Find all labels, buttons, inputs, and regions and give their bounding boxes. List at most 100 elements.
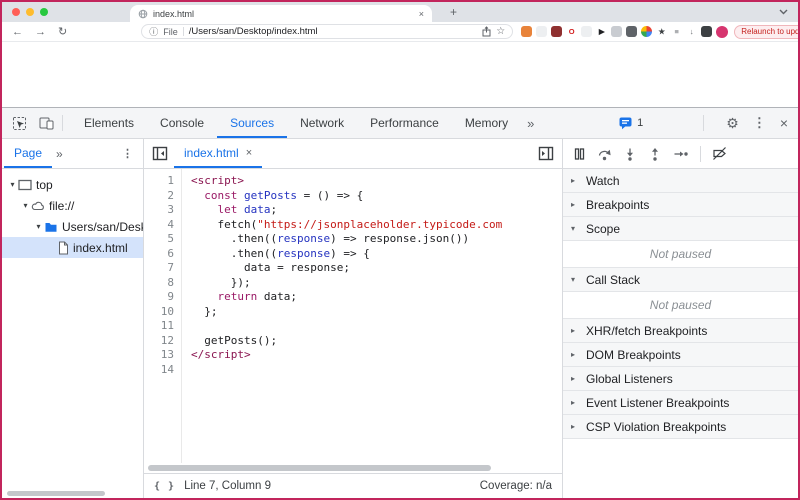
section-csp-violation-breakpoints[interactable]: ▸ CSP Violation Breakpoints <box>563 415 798 439</box>
tree-item-users-san-desktop[interactable]: ▾ Users/san/Desktop <box>2 216 143 237</box>
tree-item-file-[interactable]: ▾ file:// <box>2 195 143 216</box>
tree-item-index-html[interactable]: index.html <box>2 237 143 258</box>
forward-icon[interactable]: → <box>35 26 46 38</box>
expand-arrow-icon: ▸ <box>571 176 576 185</box>
code-editor[interactable]: 1 2 3 4 5 6 7 8 9 10 11 12 13 14 <script> const getPo… <box>144 169 562 463</box>
tab-close-icon[interactable]: × <box>419 9 424 19</box>
code-line[interactable]: .then((response) => { <box>191 247 562 262</box>
relaunch-button[interactable]: Relaunch to update ⋮ <box>734 24 798 39</box>
section-event-listener-breakpoints[interactable]: ▸ Event Listener Breakpoints <box>563 391 798 415</box>
navigator-kebab-icon[interactable]: ⋮ <box>122 147 133 160</box>
line-number: 6 <box>167 246 174 260</box>
code-line[interactable]: }); <box>191 276 562 291</box>
section-label: Global Listeners <box>586 371 673 386</box>
minimize-light[interactable] <box>26 8 34 16</box>
bookmark-star-icon[interactable]: ☆ <box>496 26 505 37</box>
section-watch[interactable]: ▸ Watch <box>563 169 798 193</box>
tree-item-top[interactable]: ▾ top <box>2 174 143 195</box>
tree-item-label: file:// <box>49 198 75 213</box>
pause-icon[interactable] <box>573 147 586 161</box>
step-into-icon[interactable] <box>623 147 637 161</box>
code-line[interactable]: const getPosts = () => { <box>191 189 562 204</box>
cursor-position: Line 7, Column 9 <box>184 480 272 492</box>
step-icon[interactable] <box>673 147 689 161</box>
expand-arrow-icon[interactable]: ▾ <box>33 222 44 231</box>
code-line[interactable]: </script> <box>191 348 562 363</box>
extension-icon[interactable] <box>701 26 713 37</box>
code-line[interactable]: }; <box>191 305 562 320</box>
page-content <box>2 42 798 107</box>
new-tab-button[interactable]: + <box>450 5 457 19</box>
extension-pinwheel-icon[interactable] <box>641 26 653 37</box>
code-line[interactable]: <script> <box>191 174 562 189</box>
tab-page[interactable]: Page <box>4 139 53 168</box>
step-over-icon[interactable] <box>597 147 612 161</box>
profile-avatar[interactable] <box>716 25 729 38</box>
extension-icon[interactable] <box>536 26 548 37</box>
expand-arrow-icon[interactable]: ▾ <box>20 201 31 210</box>
zoom-light[interactable] <box>40 8 48 16</box>
editor-hscrollbar[interactable] <box>144 463 562 473</box>
section-scope[interactable]: ▾ Scope <box>563 217 798 241</box>
settings-gear-icon[interactable]: ⚙ <box>726 115 739 132</box>
section-xhr-fetch-breakpoints[interactable]: ▸ XHR/fetch Breakpoints <box>563 319 798 343</box>
reload-icon[interactable]: ↻ <box>58 25 67 38</box>
code-line[interactable]: return data; <box>191 290 562 305</box>
extension-icon[interactable] <box>581 26 593 37</box>
section-global-listeners[interactable]: ▸ Global Listeners <box>563 367 798 391</box>
code-line[interactable]: data = response; <box>191 261 562 276</box>
show-debugger-icon[interactable] <box>538 146 554 161</box>
address-bar[interactable]: ⓘ File /Users/san/Desktop/index.html ☆ <box>141 24 514 39</box>
share-icon[interactable] <box>482 26 491 37</box>
devtools-tab-memory[interactable]: Memory <box>452 108 521 138</box>
extension-opera-icon[interactable]: O <box>566 26 578 37</box>
devtools-close-icon[interactable]: × <box>780 115 788 131</box>
devtools-tab-elements[interactable]: Elements <box>71 108 147 138</box>
inspect-element-icon[interactable] <box>12 116 27 131</box>
extension-arrow-icon[interactable]: ▶ <box>596 26 608 37</box>
code-lines[interactable]: <script> const getPosts = () => { let da… <box>182 169 562 463</box>
code-line[interactable]: getPosts(); <box>191 334 562 349</box>
extension-icon[interactable] <box>551 26 563 37</box>
navigator-more-icon[interactable]: » <box>56 147 63 161</box>
extension-icon[interactable] <box>611 26 623 37</box>
tab-favicon-icon <box>138 9 148 19</box>
browser-tab[interactable]: index.html × <box>130 5 432 22</box>
code-line[interactable] <box>191 363 562 378</box>
extension-metamask-icon[interactable] <box>521 26 533 37</box>
section-dom-breakpoints[interactable]: ▸ DOM Breakpoints <box>563 343 798 367</box>
code-line[interactable] <box>191 319 562 334</box>
file-tab-index-html[interactable]: index.html × <box>174 139 263 168</box>
close-light[interactable] <box>12 8 20 16</box>
code-line[interactable]: let data; <box>191 203 562 218</box>
deactivate-breakpoints-icon[interactable] <box>712 146 727 161</box>
info-icon[interactable]: ⓘ <box>149 25 158 38</box>
reading-list-icon[interactable]: ≡ <box>671 26 683 37</box>
more-tabs-icon[interactable]: » <box>521 116 540 131</box>
devtools-tab-network[interactable]: Network <box>287 108 357 138</box>
issues-counter[interactable]: 1 <box>619 117 643 130</box>
devtools-tab-sources[interactable]: Sources <box>217 108 288 138</box>
line-numbers: 1 2 3 4 5 6 7 8 9 10 11 12 13 14 <box>144 169 182 463</box>
extension-star-icon[interactable]: ★ <box>656 26 668 37</box>
extension-icon[interactable] <box>626 26 638 37</box>
file-tab-close-icon[interactable]: × <box>246 147 252 159</box>
step-out-icon[interactable] <box>648 147 662 161</box>
navigator-hscrollbar[interactable] <box>2 489 143 498</box>
download-icon[interactable]: ↓ <box>686 26 698 37</box>
chevron-down-icon[interactable] <box>779 9 788 15</box>
line-number: 1 <box>167 174 174 187</box>
pretty-print-icon[interactable]: { } <box>154 481 175 492</box>
expand-arrow-icon[interactable]: ▾ <box>7 180 18 189</box>
device-toolbar-icon[interactable] <box>39 116 54 130</box>
hide-navigator-icon[interactable] <box>152 146 168 161</box>
code-line[interactable]: .then((response) => response.json()) <box>191 232 562 247</box>
section-call-stack[interactable]: ▾ Call Stack <box>563 268 798 292</box>
url-text[interactable]: /Users/san/Desktop/index.html <box>189 26 318 37</box>
devtools-tab-performance[interactable]: Performance <box>357 108 452 138</box>
back-icon[interactable]: ← <box>12 26 23 38</box>
devtools-tab-console[interactable]: Console <box>147 108 217 138</box>
section-breakpoints[interactable]: ▸ Breakpoints <box>563 193 798 217</box>
code-line[interactable]: fetch("https://jsonplaceholder.typicode.… <box>191 218 562 233</box>
devtools-kebab-icon[interactable]: ⋮ <box>753 115 766 131</box>
